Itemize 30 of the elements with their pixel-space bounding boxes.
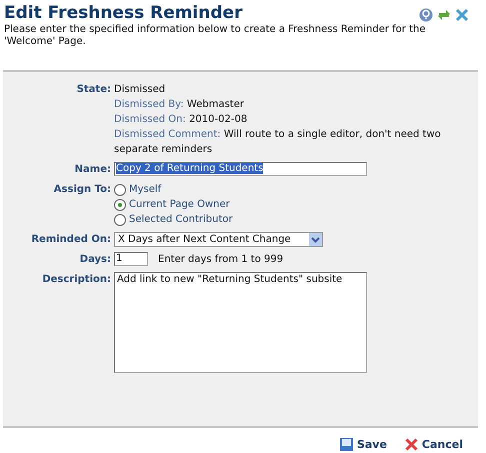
radio-button[interactable] [114,198,126,210]
days-field[interactable]: 1 [114,252,148,266]
days-hint: Enter days from 1 to 999 [158,254,284,264]
name-field[interactable]: Copy 2 of Returning Students [114,162,367,176]
radio-label[interactable]: Selected Contributor [129,212,233,227]
state-detail: Dismissed On: 2010-02-08 [114,113,248,127]
name-label: Name: [74,163,111,177]
refresh-icon[interactable] [437,8,451,22]
save-button[interactable]: Save [340,438,387,451]
radio-button[interactable] [114,214,126,226]
reminded-label: Reminded On: [30,233,111,247]
description-field[interactable]: Add link to new "Returning Students" subsite [114,272,367,373]
help-icon[interactable] [419,8,433,22]
reminded-select[interactable]: X Days after Next Content Change [114,232,323,247]
intro-text: Please enter the specified information below to create a Freshness Reminder for the 'Welcome' Page. [4,24,426,48]
radio-label[interactable]: Myself [129,182,162,197]
state-label: State: [76,83,111,97]
dropdown-icon [309,233,322,246]
state-detail: Dismissed By: Webmaster [114,98,245,112]
radio-label[interactable]: Current Page Owner [129,197,230,212]
page-title: Edit Freshness Reminder [4,2,242,24]
description-label: Description: [41,273,111,287]
close-icon[interactable] [455,8,469,22]
state-value: Dismissed [114,83,166,97]
cancel-icon [404,438,418,451]
state-detail: Dismissed Comment: Will route to a single editor, don't need two separate reminders [114,128,442,157]
assign-label: Assign To: [52,183,111,197]
days-label: Days: [78,253,111,267]
radio-button[interactable] [114,184,126,196]
cancel-button[interactable]: Cancel [404,438,463,451]
